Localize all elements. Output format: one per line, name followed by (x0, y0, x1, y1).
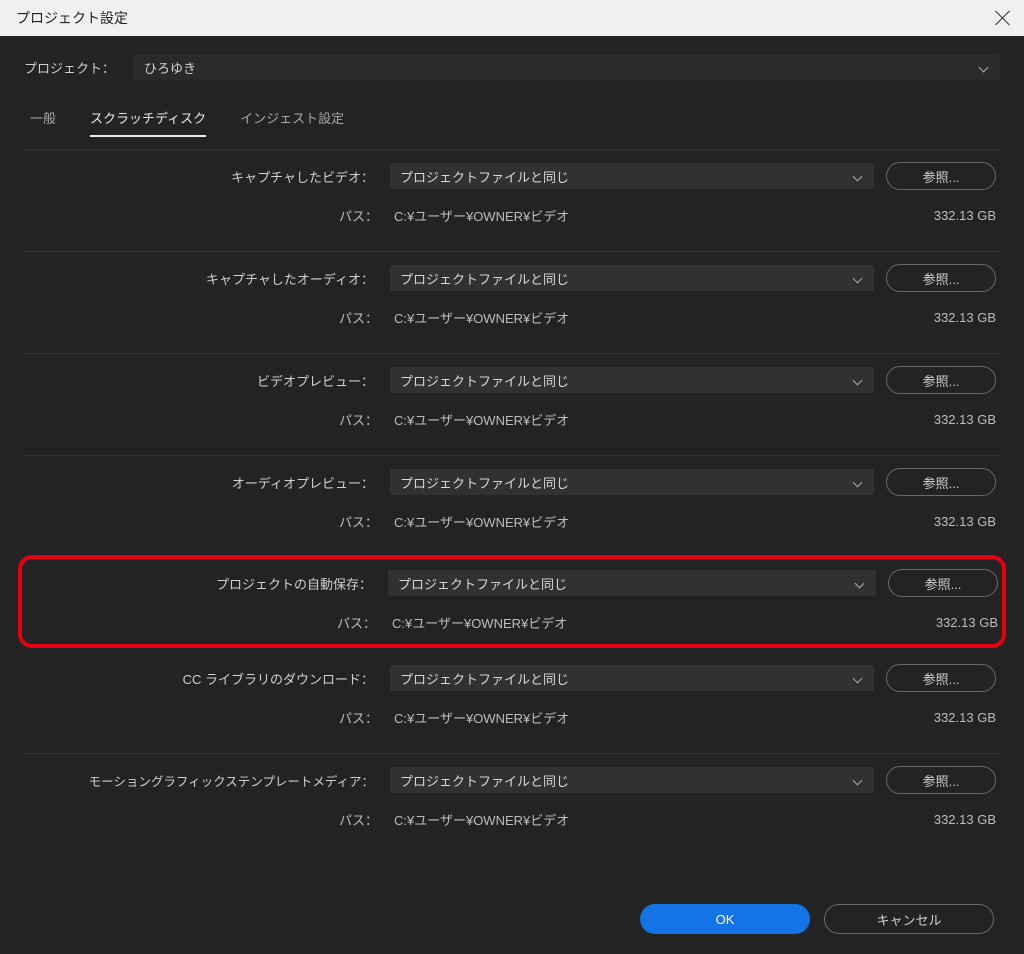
path-label: パス： (26, 613, 376, 632)
tab-scratch-disks[interactable]: スクラッチディスク (90, 108, 206, 137)
dialog-footer: OK キャンセル (640, 904, 994, 934)
cc-libraries-dropdown[interactable]: プロジェクトファイルと同じ (390, 665, 874, 691)
video-preview-browse-button[interactable]: 参照... (886, 366, 996, 394)
video-preview-path: C:¥ユーザー¥OWNER¥ビデオ (390, 410, 874, 429)
cc-libraries-dropdown-value: プロジェクトファイルと同じ (400, 669, 569, 688)
section-audio-preview: オーディオプレビュー： プロジェクトファイルと同じ 参照... パス： C:¥ユ… (24, 455, 1000, 557)
captured-video-label: キャプチャしたビデオ： (28, 167, 378, 186)
project-select[interactable]: ひろゆき (134, 54, 1000, 80)
autosave-path: C:¥ユーザー¥OWNER¥ビデオ (388, 613, 876, 632)
captured-video-size: 332.13 GB (886, 208, 996, 223)
autosave-highlight: プロジェクトの自動保存： プロジェクトファイルと同じ 参照... パス： C:¥… (18, 555, 1006, 648)
chevron-down-icon (854, 171, 864, 181)
ok-button[interactable]: OK (640, 904, 810, 934)
tab-general[interactable]: 一般 (30, 108, 56, 137)
captured-video-browse-button[interactable]: 参照... (886, 162, 996, 190)
motion-graphics-browse-button[interactable]: 参照... (886, 766, 996, 794)
captured-audio-dropdown[interactable]: プロジェクトファイルと同じ (390, 265, 874, 291)
tabs: 一般 スクラッチディスク インジェスト設定 (24, 108, 1000, 149)
chevron-down-icon (854, 673, 864, 683)
motion-graphics-dropdown-value: プロジェクトファイルと同じ (400, 771, 569, 790)
motion-graphics-label: モーショングラフィックステンプレートメディア： (28, 771, 378, 790)
motion-graphics-size: 332.13 GB (886, 812, 996, 827)
autosave-dropdown[interactable]: プロジェクトファイルと同じ (388, 570, 876, 596)
cc-libraries-browse-button[interactable]: 参照... (886, 664, 996, 692)
audio-preview-label: オーディオプレビュー： (28, 473, 378, 492)
chevron-down-icon (980, 62, 990, 72)
captured-video-path: C:¥ユーザー¥OWNER¥ビデオ (390, 206, 874, 225)
chevron-down-icon (854, 273, 864, 283)
video-preview-size: 332.13 GB (886, 412, 996, 427)
section-captured-audio: キャプチャしたオーディオ： プロジェクトファイルと同じ 参照... パス： C:… (24, 251, 1000, 353)
titlebar: プロジェクト設定 (0, 0, 1024, 36)
motion-graphics-path: C:¥ユーザー¥OWNER¥ビデオ (390, 810, 874, 829)
captured-audio-dropdown-value: プロジェクトファイルと同じ (400, 269, 569, 288)
autosave-dropdown-value: プロジェクトファイルと同じ (398, 574, 567, 593)
close-icon[interactable] (994, 9, 1012, 27)
captured-video-dropdown[interactable]: プロジェクトファイルと同じ (390, 163, 874, 189)
autosave-browse-button[interactable]: 参照... (888, 569, 998, 597)
path-label: パス： (28, 810, 378, 829)
video-preview-label: ビデオプレビュー： (28, 371, 378, 390)
autosave-size: 332.13 GB (888, 615, 998, 630)
cc-libraries-label: CC ライブラリのダウンロード： (28, 669, 378, 688)
project-label: プロジェクト： (24, 58, 124, 77)
chevron-down-icon (856, 578, 866, 588)
project-select-value: ひろゆき (144, 58, 196, 77)
cc-libraries-size: 332.13 GB (886, 710, 996, 725)
tab-ingest[interactable]: インジェスト設定 (240, 108, 344, 137)
section-motion-graphics: モーショングラフィックステンプレートメディア： プロジェクトファイルと同じ 参照… (24, 753, 1000, 855)
audio-preview-path: C:¥ユーザー¥OWNER¥ビデオ (390, 512, 874, 531)
audio-preview-dropdown-value: プロジェクトファイルと同じ (400, 473, 569, 492)
motion-graphics-dropdown[interactable]: プロジェクトファイルと同じ (390, 767, 874, 793)
dialog-title: プロジェクト設定 (16, 8, 128, 28)
autosave-label: プロジェクトの自動保存： (26, 574, 376, 593)
path-label: パス： (28, 308, 378, 327)
captured-audio-browse-button[interactable]: 参照... (886, 264, 996, 292)
section-video-preview: ビデオプレビュー： プロジェクトファイルと同じ 参照... パス： C:¥ユーザ… (24, 353, 1000, 455)
audio-preview-browse-button[interactable]: 参照... (886, 468, 996, 496)
video-preview-dropdown-value: プロジェクトファイルと同じ (400, 371, 569, 390)
cc-libraries-path: C:¥ユーザー¥OWNER¥ビデオ (390, 708, 874, 727)
captured-audio-path: C:¥ユーザー¥OWNER¥ビデオ (390, 308, 874, 327)
path-label: パス： (28, 410, 378, 429)
path-label: パス： (28, 708, 378, 727)
project-row: プロジェクト： ひろゆき (24, 54, 1000, 80)
audio-preview-dropdown[interactable]: プロジェクトファイルと同じ (390, 469, 874, 495)
path-label: パス： (28, 512, 378, 531)
captured-audio-label: キャプチャしたオーディオ： (28, 269, 378, 288)
chevron-down-icon (854, 375, 864, 385)
chevron-down-icon (854, 775, 864, 785)
section-captured-video: キャプチャしたビデオ： プロジェクトファイルと同じ 参照... パス： C:¥ユ… (24, 149, 1000, 251)
section-cc-libraries: CC ライブラリのダウンロード： プロジェクトファイルと同じ 参照... パス：… (24, 658, 1000, 753)
video-preview-dropdown[interactable]: プロジェクトファイルと同じ (390, 367, 874, 393)
captured-audio-size: 332.13 GB (886, 310, 996, 325)
chevron-down-icon (854, 477, 864, 487)
audio-preview-size: 332.13 GB (886, 514, 996, 529)
path-label: パス： (28, 206, 378, 225)
cancel-button[interactable]: キャンセル (824, 904, 994, 934)
captured-video-dropdown-value: プロジェクトファイルと同じ (400, 167, 569, 186)
